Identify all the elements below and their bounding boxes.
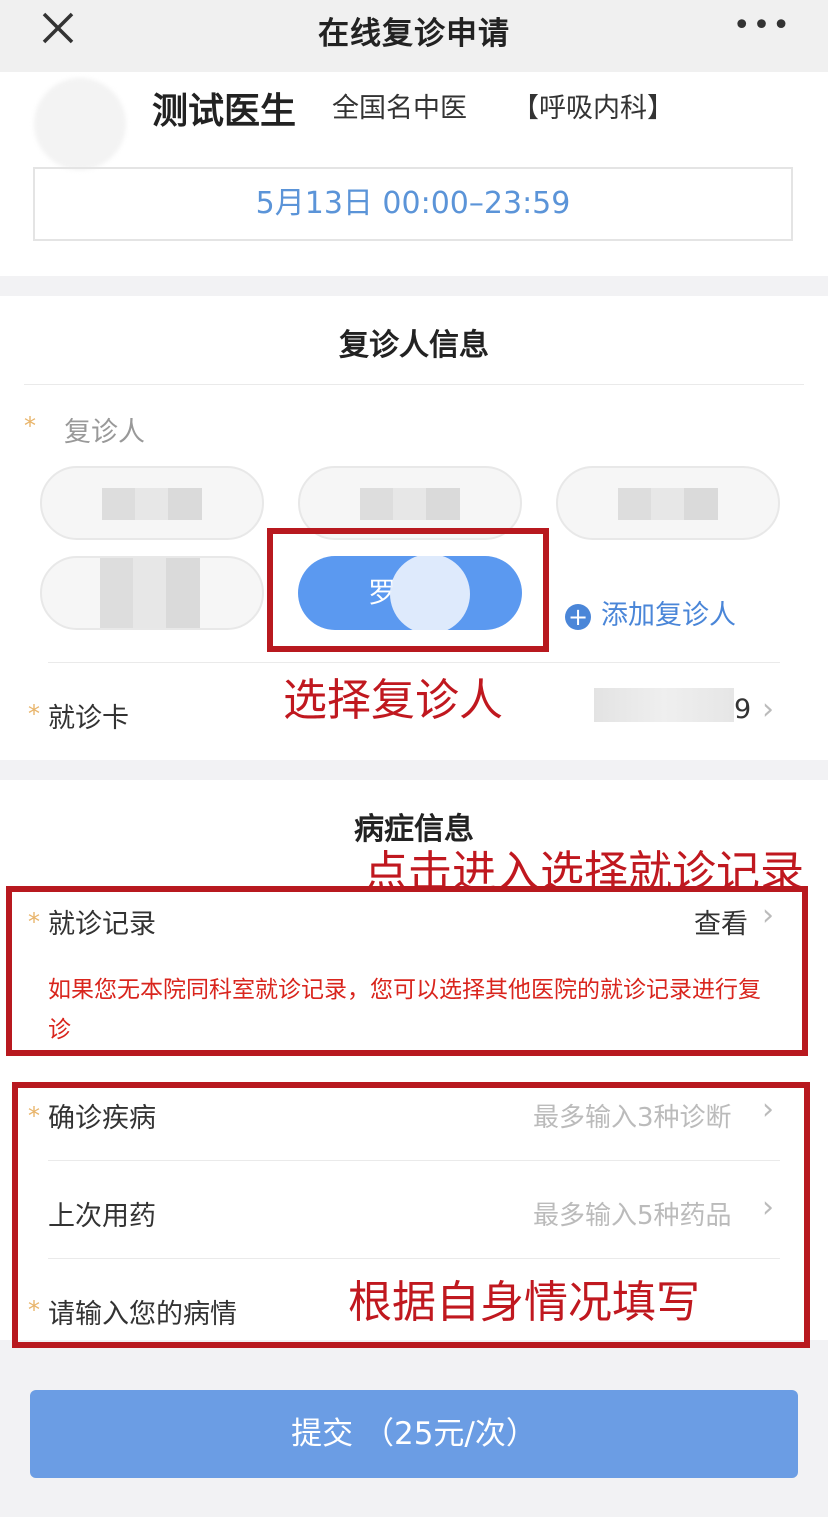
- annotation-box-select-patient: [267, 528, 549, 652]
- plus-circle-icon: +: [565, 603, 591, 630]
- required-star: *: [24, 412, 36, 440]
- avatar: [34, 78, 126, 170]
- page-title: 在线复诊申请: [318, 16, 510, 52]
- add-patient-button[interactable]: + 添加复诊人: [565, 593, 736, 632]
- annotation-box-record: [6, 886, 808, 1056]
- medical-card-value[interactable]: [594, 688, 734, 722]
- divider: [24, 384, 804, 385]
- submit-button[interactable]: 提交 （25元/次）: [30, 1390, 798, 1478]
- patient-label: 复诊人: [64, 417, 145, 448]
- add-patient-label: 添加复诊人: [601, 600, 736, 631]
- doctor-card: 测试医生 全国名中医 【呼吸内科】 5月13日 00:00–23:59: [0, 72, 828, 276]
- medical-card-suffix: 9: [734, 694, 752, 725]
- chevron-right-icon[interactable]: ›: [762, 692, 774, 727]
- medical-card-label: 就诊卡: [48, 703, 129, 734]
- patient-chip[interactable]: [40, 466, 264, 540]
- patient-chip[interactable]: [40, 556, 264, 630]
- appointment-time: 5月13日 00:00–23:59: [33, 167, 793, 241]
- annotation-select-patient: 选择复诊人: [283, 675, 503, 726]
- doctor-title: 全国名中医: [332, 93, 467, 124]
- doctor-department: 【呼吸内科】: [512, 93, 674, 124]
- nav-bar: 在线复诊申请 •••: [0, 0, 828, 72]
- required-star: *: [28, 700, 40, 728]
- divider: [48, 662, 780, 663]
- patient-section-title: 复诊人信息: [339, 328, 489, 363]
- patient-chip[interactable]: [556, 466, 780, 540]
- doctor-name: 测试医生: [152, 91, 297, 132]
- annotation-fill-info: 根据自身情况填写: [348, 1277, 700, 1328]
- more-icon[interactable]: •••: [733, 11, 792, 41]
